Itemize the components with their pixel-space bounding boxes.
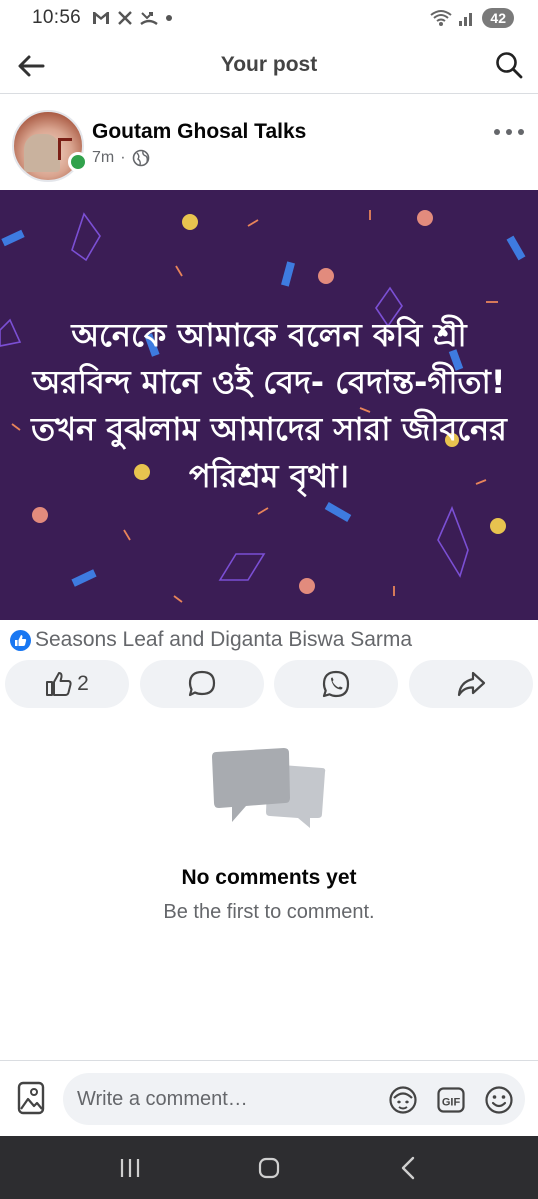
system-back-button[interactable] <box>388 1148 428 1188</box>
gif-icon: GIF <box>437 1087 465 1113</box>
meta-separator: · <box>120 149 126 166</box>
svg-text:GIF: GIF <box>442 1097 461 1109</box>
wifi-icon <box>430 10 453 26</box>
post-time[interactable]: 7m <box>92 149 114 167</box>
more-dot <box>494 129 500 135</box>
signal-icon <box>459 13 473 26</box>
more-dot <box>506 129 512 135</box>
emoji-button[interactable] <box>484 1085 514 1115</box>
home-button[interactable] <box>249 1148 289 1188</box>
status-bar: 10:56 42 <box>0 0 538 36</box>
whatsapp-icon <box>323 670 350 698</box>
system-nav-bar <box>0 1136 538 1199</box>
photo-icon <box>17 1081 45 1115</box>
post-actions: 2 <box>5 660 533 708</box>
post-image[interactable]: অনেকে আমাকে বলেন কবি শ্রী অরবিন্দ মানে ও… <box>0 190 538 620</box>
post-text-line: তখন বুঝলাম আমাদের সারা জীবনের <box>31 410 507 448</box>
post-text-line: অরবিন্দ মানে ওই বেদ- বেদান্ত-গীতা! <box>32 363 506 401</box>
empty-comments-title: No comments yet <box>181 866 357 889</box>
comment-button[interactable] <box>139 660 264 708</box>
notification-icons <box>91 10 173 26</box>
reaction-names[interactable]: Seasons Leaf and Diganta Biswa Sarma <box>35 628 412 652</box>
recent-apps-button[interactable] <box>110 1148 150 1188</box>
recent-apps-icon <box>120 1158 139 1177</box>
home-icon <box>258 1157 280 1178</box>
chevron-left-icon <box>402 1156 415 1179</box>
back-button[interactable] <box>14 49 48 83</box>
share-arrow-icon <box>457 671 486 697</box>
avatar-figure <box>24 134 60 172</box>
search-icon <box>496 52 523 79</box>
composer-icons: GIF <box>388 1085 514 1115</box>
empty-comments-subtitle: Be the first to comment. <box>163 901 375 923</box>
dot-icon <box>166 15 173 21</box>
like-count: 2 <box>77 672 89 695</box>
page-title: Your post <box>220 52 318 76</box>
smiley-icon <box>485 1086 513 1114</box>
empty-comments-illustration <box>212 748 326 828</box>
more-dot <box>518 129 524 135</box>
post-header: Goutam Ghosal Talks 7m · <box>0 104 538 184</box>
x-icon <box>118 11 132 25</box>
comment-composer: GIF <box>0 1060 538 1136</box>
globe-icon <box>132 149 149 167</box>
online-status-dot <box>68 152 88 172</box>
post-meta: 7m · <box>92 149 150 167</box>
search-button[interactable] <box>492 48 526 82</box>
attach-photo-button[interactable] <box>16 1081 46 1115</box>
status-time: 10:56 <box>32 7 82 28</box>
thumbs-up-icon <box>46 672 72 696</box>
top-app-bar: Your post <box>0 36 538 94</box>
avatar-sticker-icon <box>389 1086 417 1114</box>
whatsapp-share-button[interactable] <box>274 660 399 708</box>
reaction-summary[interactable]: Seasons Leaf and Diganta Biswa Sarma <box>10 626 412 654</box>
more-options-button[interactable] <box>494 126 524 138</box>
arrow-left-icon <box>18 55 45 77</box>
share-button[interactable] <box>408 660 533 708</box>
gif-button[interactable]: GIF <box>436 1085 466 1115</box>
post-text-line: অনেকে আমাকে বলেন কবি শ্রী <box>71 316 467 354</box>
author-name[interactable]: Goutam Ghosal Talks <box>92 120 306 144</box>
gmail-icon <box>93 12 110 24</box>
like-reaction-icon <box>10 629 31 651</box>
comment-bubble-icon <box>188 670 215 697</box>
avatar-sticker-button[interactable] <box>388 1085 418 1115</box>
post-text-line: পরিশ্রম বৃথা। <box>189 457 349 495</box>
missed-call-icon <box>140 12 158 25</box>
battery-indicator: 42 <box>482 8 514 28</box>
post-image-text: অনেকে আমাকে বলেন কবি শ্রী অরবিন্দ মানে ও… <box>0 312 538 500</box>
like-button[interactable]: 2 <box>5 660 129 708</box>
